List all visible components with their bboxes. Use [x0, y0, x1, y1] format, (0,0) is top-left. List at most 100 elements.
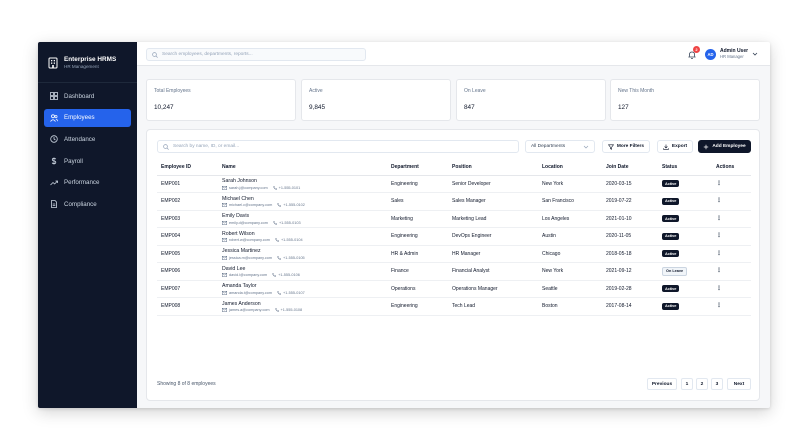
employee-contact: sarah.j@company.com +1-555-0101: [222, 186, 387, 190]
cell-status: Active: [658, 280, 712, 298]
sidebar-item-attendance[interactable]: Attendance: [44, 130, 131, 148]
department-select[interactable]: All Departments: [525, 140, 595, 153]
employee-contact: michael.c@company.com +1-555-0102: [222, 203, 387, 207]
brand: Enterprise HRMS HR Management: [46, 52, 132, 74]
cell-actions: ⋮: [712, 280, 751, 298]
cell-status: Active: [658, 210, 712, 228]
next-page-button[interactable]: Next: [727, 378, 751, 390]
employee-phone: +1-555-0108: [280, 308, 303, 312]
column-header-department[interactable]: Department: [387, 160, 448, 176]
previous-page-button[interactable]: Previous: [647, 378, 677, 390]
more-vertical-icon[interactable]: ⋮: [716, 181, 722, 187]
table-row[interactable]: EMP002 Michael Chen michael.c@company.co…: [157, 193, 751, 210]
sidebar-item-dashboard[interactable]: Dashboard: [44, 87, 131, 105]
cell-actions: ⋮: [712, 298, 751, 316]
user-menu[interactable]: AD Admin User HR Manager: [705, 47, 767, 61]
mail-icon: [222, 273, 227, 277]
sidebar-item-performance[interactable]: Performance: [44, 174, 131, 192]
brand-title: Enterprise HRMS: [64, 55, 117, 63]
cell-location: San Francisco: [542, 198, 574, 205]
user-role: HR Manager: [720, 53, 744, 59]
column-header-position[interactable]: Position: [448, 160, 538, 176]
stats-cards: Total Employees 10,247 Active 9,845 On L…: [146, 79, 760, 121]
column-header-id[interactable]: Employee ID: [157, 160, 218, 176]
brand-text: Enterprise HRMS HR Management: [64, 55, 117, 70]
status-badge: Active: [662, 197, 680, 205]
employee-email: james.a@company.com: [229, 308, 270, 312]
trend-up-icon: [50, 179, 58, 187]
user-text: Admin User HR Manager: [720, 48, 748, 59]
table-row[interactable]: EMP004 Robert Wilson robert.w@company.co…: [157, 228, 751, 246]
cell-status: Active: [658, 298, 712, 316]
more-vertical-icon[interactable]: ⋮: [716, 198, 722, 204]
stat-card-active: Active 9,845: [301, 79, 451, 121]
cell-join-date: 2021-09-12: [606, 268, 632, 275]
mail-icon: [222, 308, 227, 312]
stage: Enterprise HRMS HR Management Dashboard …: [0, 0, 809, 445]
more-vertical-icon[interactable]: ⋮: [716, 268, 722, 274]
phone-icon: [275, 238, 279, 242]
sidebar-item-compliance[interactable]: Compliance: [44, 195, 131, 213]
phone-icon: [277, 255, 281, 260]
employee-name: Jessica Martinez: [222, 248, 261, 254]
download-icon: [663, 144, 669, 150]
mail-icon: [222, 255, 227, 260]
more-vertical-icon[interactable]: ⋮: [716, 233, 722, 239]
sidebar-item-payroll[interactable]: Payroll: [44, 152, 131, 170]
chevron-down-icon: [752, 52, 758, 56]
employee-name: Michael Chen: [222, 195, 254, 202]
sidebar: Enterprise HRMS HR Management Dashboard …: [38, 42, 137, 408]
notifications-button[interactable]: 2: [687, 46, 700, 60]
cell-name: Sarah Johnson sarah.j@company.com +1-555…: [218, 175, 387, 193]
employee-email: robert.w@company.com: [229, 238, 270, 242]
table-row[interactable]: EMP003 Emily Davis emily.d@company.com +…: [157, 210, 751, 228]
cell-location: Boston: [542, 303, 558, 310]
phone-icon: [277, 203, 282, 207]
more-vertical-icon[interactable]: ⋮: [716, 286, 722, 292]
cell-actions: ⋮: [712, 210, 751, 228]
more-filters-button[interactable]: More Filters: [602, 140, 650, 153]
add-employee-button[interactable]: Add Employee: [698, 140, 751, 153]
global-search-input[interactable]: Search employees, departments, reports..…: [146, 48, 366, 61]
cell-department: Engineering: [391, 303, 418, 310]
cell-name: David Lee david.l@company.com +1-555-010…: [218, 263, 387, 281]
more-vertical-icon[interactable]: ⋮: [716, 216, 722, 222]
sidebar-item-label: Employees: [64, 114, 95, 122]
cell-position: Tech Lead: [452, 303, 476, 310]
table-row[interactable]: EMP007 Amanda Taylor amanda.t@company.co…: [157, 280, 751, 298]
table-row[interactable]: EMP005 Jessica Martinez jessica.m@compan…: [157, 245, 751, 263]
filter-icon: [607, 144, 614, 150]
more-vertical-icon[interactable]: ⋮: [716, 251, 722, 257]
table-row[interactable]: EMP001 Sarah Johnson sarah.j@company.com…: [157, 175, 751, 193]
mail-icon: [222, 238, 227, 242]
cell-actions: ⋮: [712, 228, 751, 246]
more-vertical-icon[interactable]: ⋮: [716, 303, 722, 309]
column-header-name[interactable]: Name: [218, 160, 387, 176]
page-3-button[interactable]: 3: [711, 378, 723, 390]
employee-search-input[interactable]: Search by name, ID, or email...: [157, 140, 519, 153]
mail-icon: [222, 290, 227, 295]
table-row[interactable]: EMP008 James Anderson james.a@company.co…: [157, 298, 751, 316]
employee-phone: +1-555-0103: [278, 220, 301, 225]
table-row[interactable]: EMP006 David Lee david.l@company.com +1-…: [157, 263, 751, 281]
add-employee-label: Add Employee: [712, 144, 746, 149]
column-header-status[interactable]: Status: [658, 160, 712, 176]
avatar: AD: [705, 48, 716, 60]
sidebar-item-employees[interactable]: Employees: [44, 108, 131, 127]
column-header-join-date[interactable]: Join Date: [602, 160, 658, 176]
status-badge: Active: [662, 285, 680, 293]
page-2-button[interactable]: 2: [696, 378, 708, 390]
cell-employee-id: EMP001: [161, 180, 181, 187]
export-button[interactable]: Export: [657, 140, 693, 153]
employee-email: michael.c@company.com: [229, 203, 273, 207]
cell-location: Austin: [542, 233, 556, 240]
phone-icon: [272, 185, 277, 190]
clock-icon: [50, 135, 58, 144]
cell-actions: ⋮: [712, 263, 751, 281]
cell-join-date: 2017-08-14: [606, 303, 632, 310]
cell-position: HR Manager: [452, 250, 481, 257]
page-1-button[interactable]: 1: [681, 378, 693, 390]
cell-join-date: 2019-02-28: [606, 285, 632, 292]
column-header-location[interactable]: Location: [538, 160, 602, 176]
users-icon: [50, 114, 58, 122]
